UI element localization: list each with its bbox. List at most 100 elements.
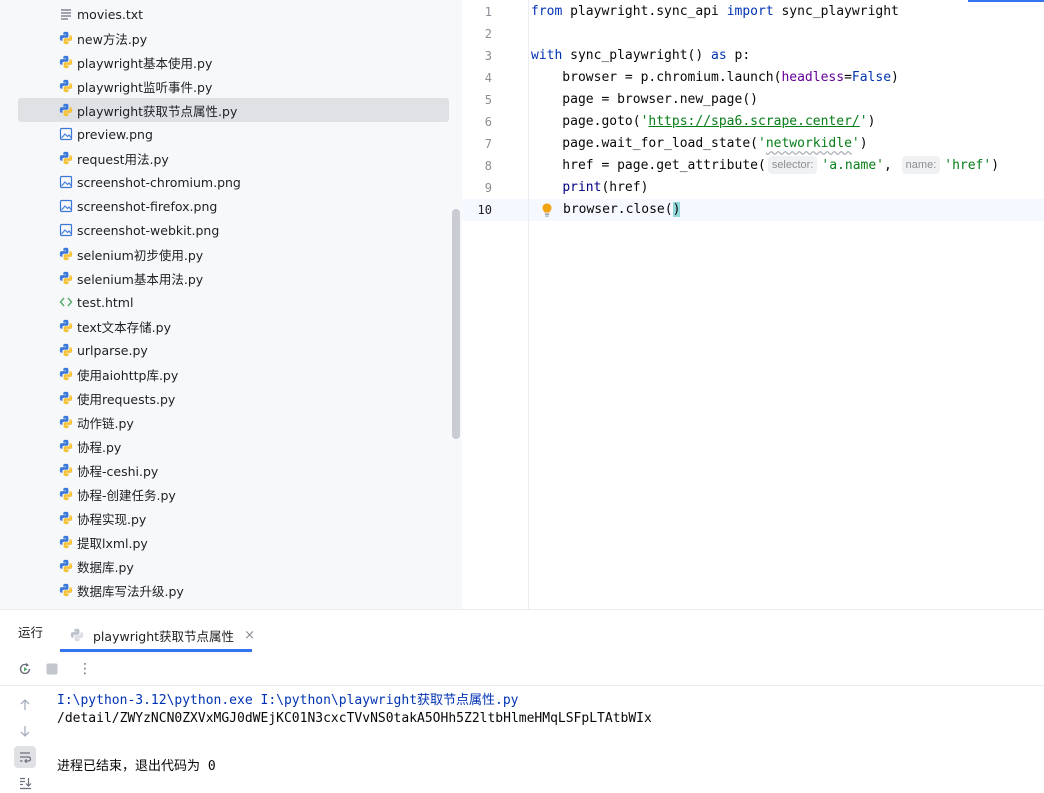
python-icon: [59, 31, 73, 45]
inlay-hint-selector: selector:: [767, 156, 818, 174]
code-line-3[interactable]: with sync_playwright() as p:: [531, 45, 750, 67]
builtin-print: print: [562, 180, 602, 195]
python-icon: [59, 271, 73, 285]
code-token: ): [867, 114, 876, 129]
code-line-4[interactable]: browser = p.chromium.launch(headless=Fal…: [531, 67, 899, 89]
tree-item-label: new方法.py: [77, 31, 148, 47]
string-literal: 'href': [944, 158, 992, 173]
code-editor[interactable]: 1 2 3 4 5 6 7 8 9 10 from playwright.syn…: [462, 0, 1044, 609]
tree-item[interactable]: new方法.py: [18, 26, 449, 50]
scroll-to-end-icon[interactable]: [14, 772, 36, 793]
code-token: ): [891, 70, 899, 85]
run-tab-label: playwright获取节点属性: [93, 628, 235, 644]
tree-item[interactable]: preview.png: [18, 122, 449, 146]
tree-item[interactable]: 协程.py: [18, 434, 449, 458]
url-link[interactable]: https://spa6.scrape.center/: [648, 114, 859, 129]
tree-item[interactable]: selenium基本用法.py: [18, 266, 449, 290]
code-token: playwright.sync_api: [562, 4, 727, 19]
image-icon: [59, 223, 73, 237]
tree-item[interactable]: playwright监听事件.py: [18, 74, 449, 98]
matched-paren: ): [672, 202, 681, 217]
tree-item[interactable]: playwright基本使用.py: [18, 50, 449, 74]
gutter-divider: [528, 0, 529, 609]
code-token: (href): [601, 180, 649, 195]
python-icon: [59, 391, 73, 405]
more-options-icon[interactable]: ⋮: [76, 660, 94, 678]
code-line-5[interactable]: page = browser.new_page(): [531, 89, 758, 111]
tree-item[interactable]: screenshot-webkit.png: [18, 218, 449, 242]
tree-item[interactable]: 协程-ceshi.py: [18, 458, 449, 482]
code-line-7[interactable]: page.wait_for_load_state('networkidle'): [531, 133, 868, 155]
python-icon: [59, 79, 73, 93]
line-number: 2: [484, 27, 492, 41]
python-icon: [59, 343, 73, 357]
code-line-10[interactable]: browser.close(): [563, 199, 681, 221]
code-line-8[interactable]: href = page.get_attribute(selector:'a.na…: [531, 155, 999, 177]
string-quote: ': [851, 136, 860, 151]
code-line-1[interactable]: from playwright.sync_api import sync_pla…: [531, 1, 899, 23]
tree-item-label: 提取lxml.py: [77, 535, 148, 551]
line-number: 4: [484, 71, 492, 85]
tree-item[interactable]: 动作链.py: [18, 410, 449, 434]
rerun-icon[interactable]: [16, 660, 34, 678]
tree-item[interactable]: text文本存储.py: [18, 314, 449, 338]
python-icon: [59, 415, 73, 429]
console-output: /detail/ZWYzNCN0ZXVxMGJ0dWEjKC01N3cxcTVv…: [57, 711, 652, 726]
code-token: sync_playwright(): [562, 48, 712, 63]
line-number: 9: [484, 181, 492, 195]
tree-item[interactable]: urlparse.py: [18, 338, 449, 362]
image-icon: [59, 199, 73, 213]
line-number: 8: [484, 159, 492, 173]
tree-item[interactable]: 协程-创建任务.py: [18, 482, 449, 506]
tree-item[interactable]: 数据库写法升级.py: [18, 578, 449, 602]
python-icon: [59, 487, 73, 501]
python-icon: [59, 559, 73, 573]
tree-item-label: request用法.py: [77, 151, 169, 167]
tree-item-label: selenium初步使用.py: [77, 247, 204, 263]
tree-item[interactable]: request用法.py: [18, 146, 449, 170]
arrow-up-icon[interactable]: [14, 694, 36, 716]
line-number: 7: [484, 137, 492, 151]
code-token: ): [859, 136, 868, 151]
code-token: ,: [884, 158, 900, 173]
code-line-6[interactable]: page.goto('https://spa6.scrape.center/'): [531, 111, 875, 133]
tree-item-label: playwright基本使用.py: [77, 55, 213, 71]
tree-item[interactable]: 使用requests.py: [18, 386, 449, 410]
kw-import: import: [726, 4, 774, 19]
tree-item[interactable]: selenium初步使用.py: [18, 242, 449, 266]
tree-item-label: 协程.py: [77, 439, 122, 455]
tree-item-selected[interactable]: playwright获取节点属性.py: [18, 98, 449, 122]
code-line-9[interactable]: print(href): [531, 177, 648, 199]
code-token: page = browser.new_page(): [531, 92, 758, 107]
code-token: browser = p.chromium.launch(: [531, 70, 782, 85]
tree-item-label: urlparse.py: [77, 342, 148, 358]
arrow-down-icon[interactable]: [14, 720, 36, 742]
python-icon: [70, 628, 84, 642]
tree-item[interactable]: screenshot-chromium.png: [18, 170, 449, 194]
python-icon: [59, 367, 73, 381]
lightbulb-icon[interactable]: [538, 201, 556, 219]
tree-item[interactable]: 提取lxml.py: [18, 530, 449, 554]
console-exit-message: 进程已结束，退出代码为 0: [57, 759, 216, 774]
tree-item-label: 协程-ceshi.py: [77, 463, 159, 479]
tree-item[interactable]: 使用aiohttp库.py: [18, 362, 449, 386]
soft-wrap-icon[interactable]: [14, 746, 36, 768]
stop-icon[interactable]: [43, 660, 61, 678]
tree-item[interactable]: 数据库.py: [18, 554, 449, 578]
run-config-tab[interactable]: playwright获取节点属性 ×: [60, 618, 255, 652]
string-quote: ': [757, 136, 766, 151]
tree-item-label: 协程-创建任务.py: [77, 487, 176, 503]
line-number: 5: [484, 93, 492, 107]
param-name: headless: [781, 70, 845, 85]
tree-item-label: test.html: [77, 294, 134, 310]
code-token: page.goto(: [531, 114, 641, 129]
tree-item[interactable]: movies.txt: [18, 2, 449, 26]
tree-item-label: screenshot-chromium.png: [77, 174, 241, 190]
tree-scrollbar[interactable]: [452, 209, 460, 439]
kw-from: from: [531, 4, 563, 19]
string-quote: ': [859, 114, 868, 129]
close-icon[interactable]: ×: [244, 628, 255, 643]
tree-item[interactable]: test.html: [18, 290, 449, 314]
tree-item[interactable]: screenshot-firefox.png: [18, 194, 449, 218]
tree-item[interactable]: 协程实现.py: [18, 506, 449, 530]
